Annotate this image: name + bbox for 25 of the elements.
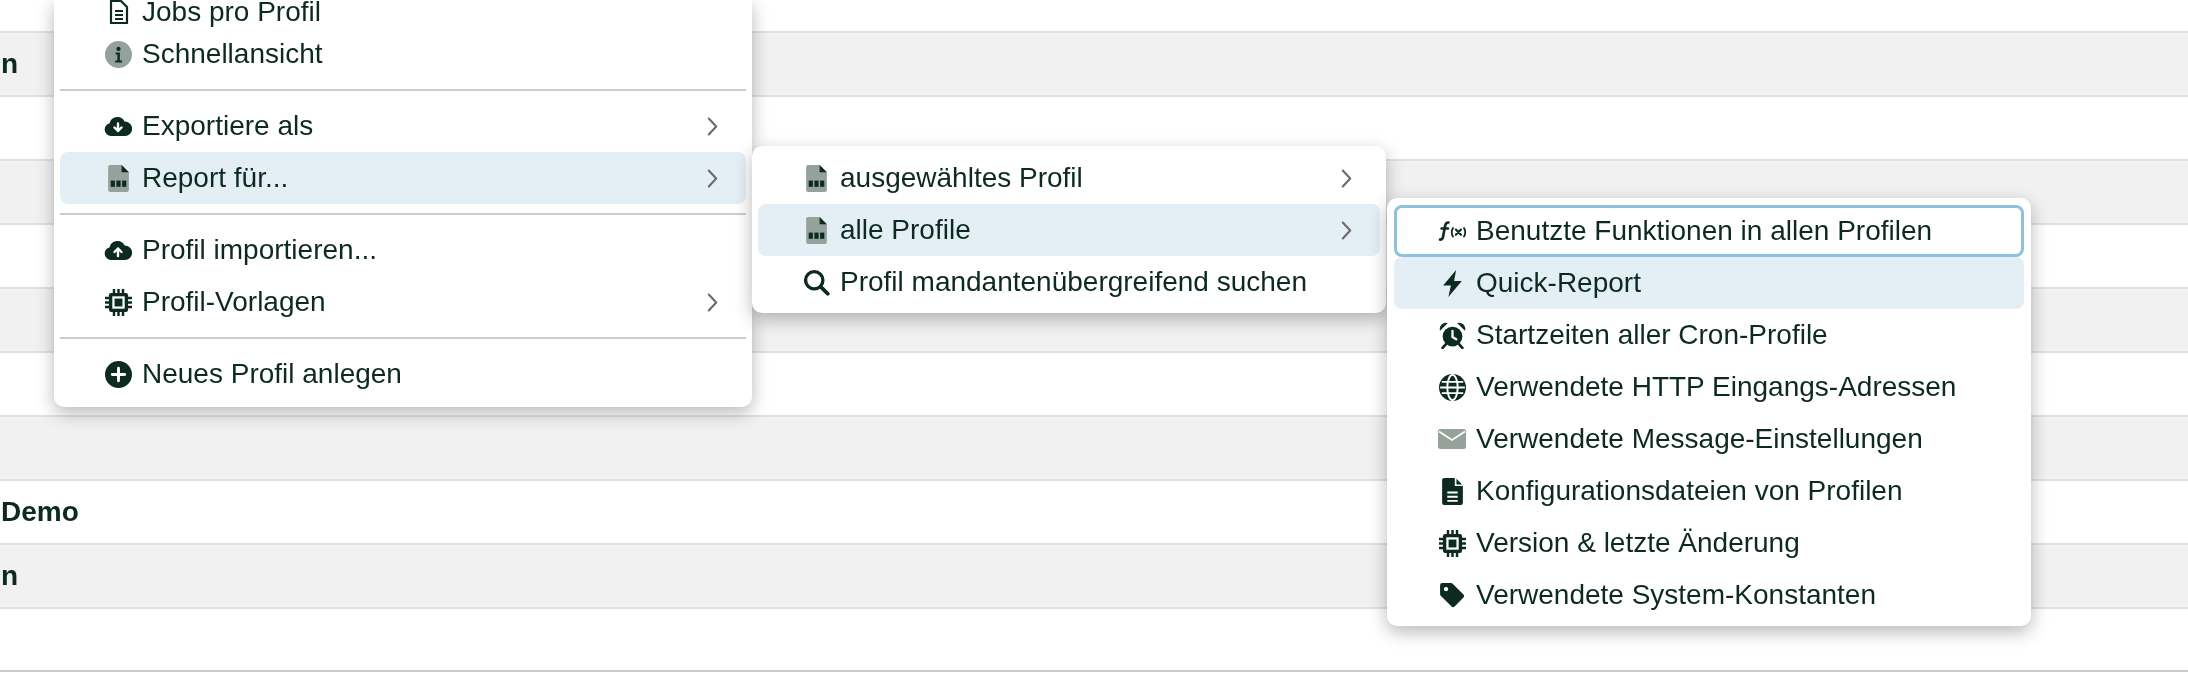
info-icon xyxy=(104,40,132,68)
menu-item[interactable]: Benutzte Funktionen in allen Profilen xyxy=(1394,205,2024,257)
function-icon xyxy=(1438,219,1466,243)
file-icon xyxy=(805,164,827,192)
plus-circle-icon xyxy=(104,360,132,388)
search-icon xyxy=(802,268,830,296)
globe-icon xyxy=(1438,373,1466,401)
chip-icon xyxy=(104,288,132,316)
file-icon xyxy=(805,216,827,244)
document-icon xyxy=(107,0,129,24)
tag-icon xyxy=(1439,582,1465,608)
chip-icon xyxy=(1438,529,1466,557)
cloud-upload-icon xyxy=(104,240,132,260)
envelope-icon xyxy=(1438,429,1466,449)
file-icon xyxy=(107,164,129,192)
menu-item[interactable]: alle Profile xyxy=(758,204,1380,256)
table-cell: n xyxy=(0,47,19,81)
lightning-bolt-icon xyxy=(1441,269,1463,297)
document-icon xyxy=(1441,477,1463,505)
alarm-clock-icon xyxy=(1438,321,1466,349)
cloud-download-icon xyxy=(104,116,132,136)
table-cell: Demo xyxy=(0,495,79,529)
menu-item[interactable]: Report für... xyxy=(60,152,746,204)
table-cell: n xyxy=(0,559,19,593)
menu-item[interactable]: Quick-Report xyxy=(1394,257,2024,309)
